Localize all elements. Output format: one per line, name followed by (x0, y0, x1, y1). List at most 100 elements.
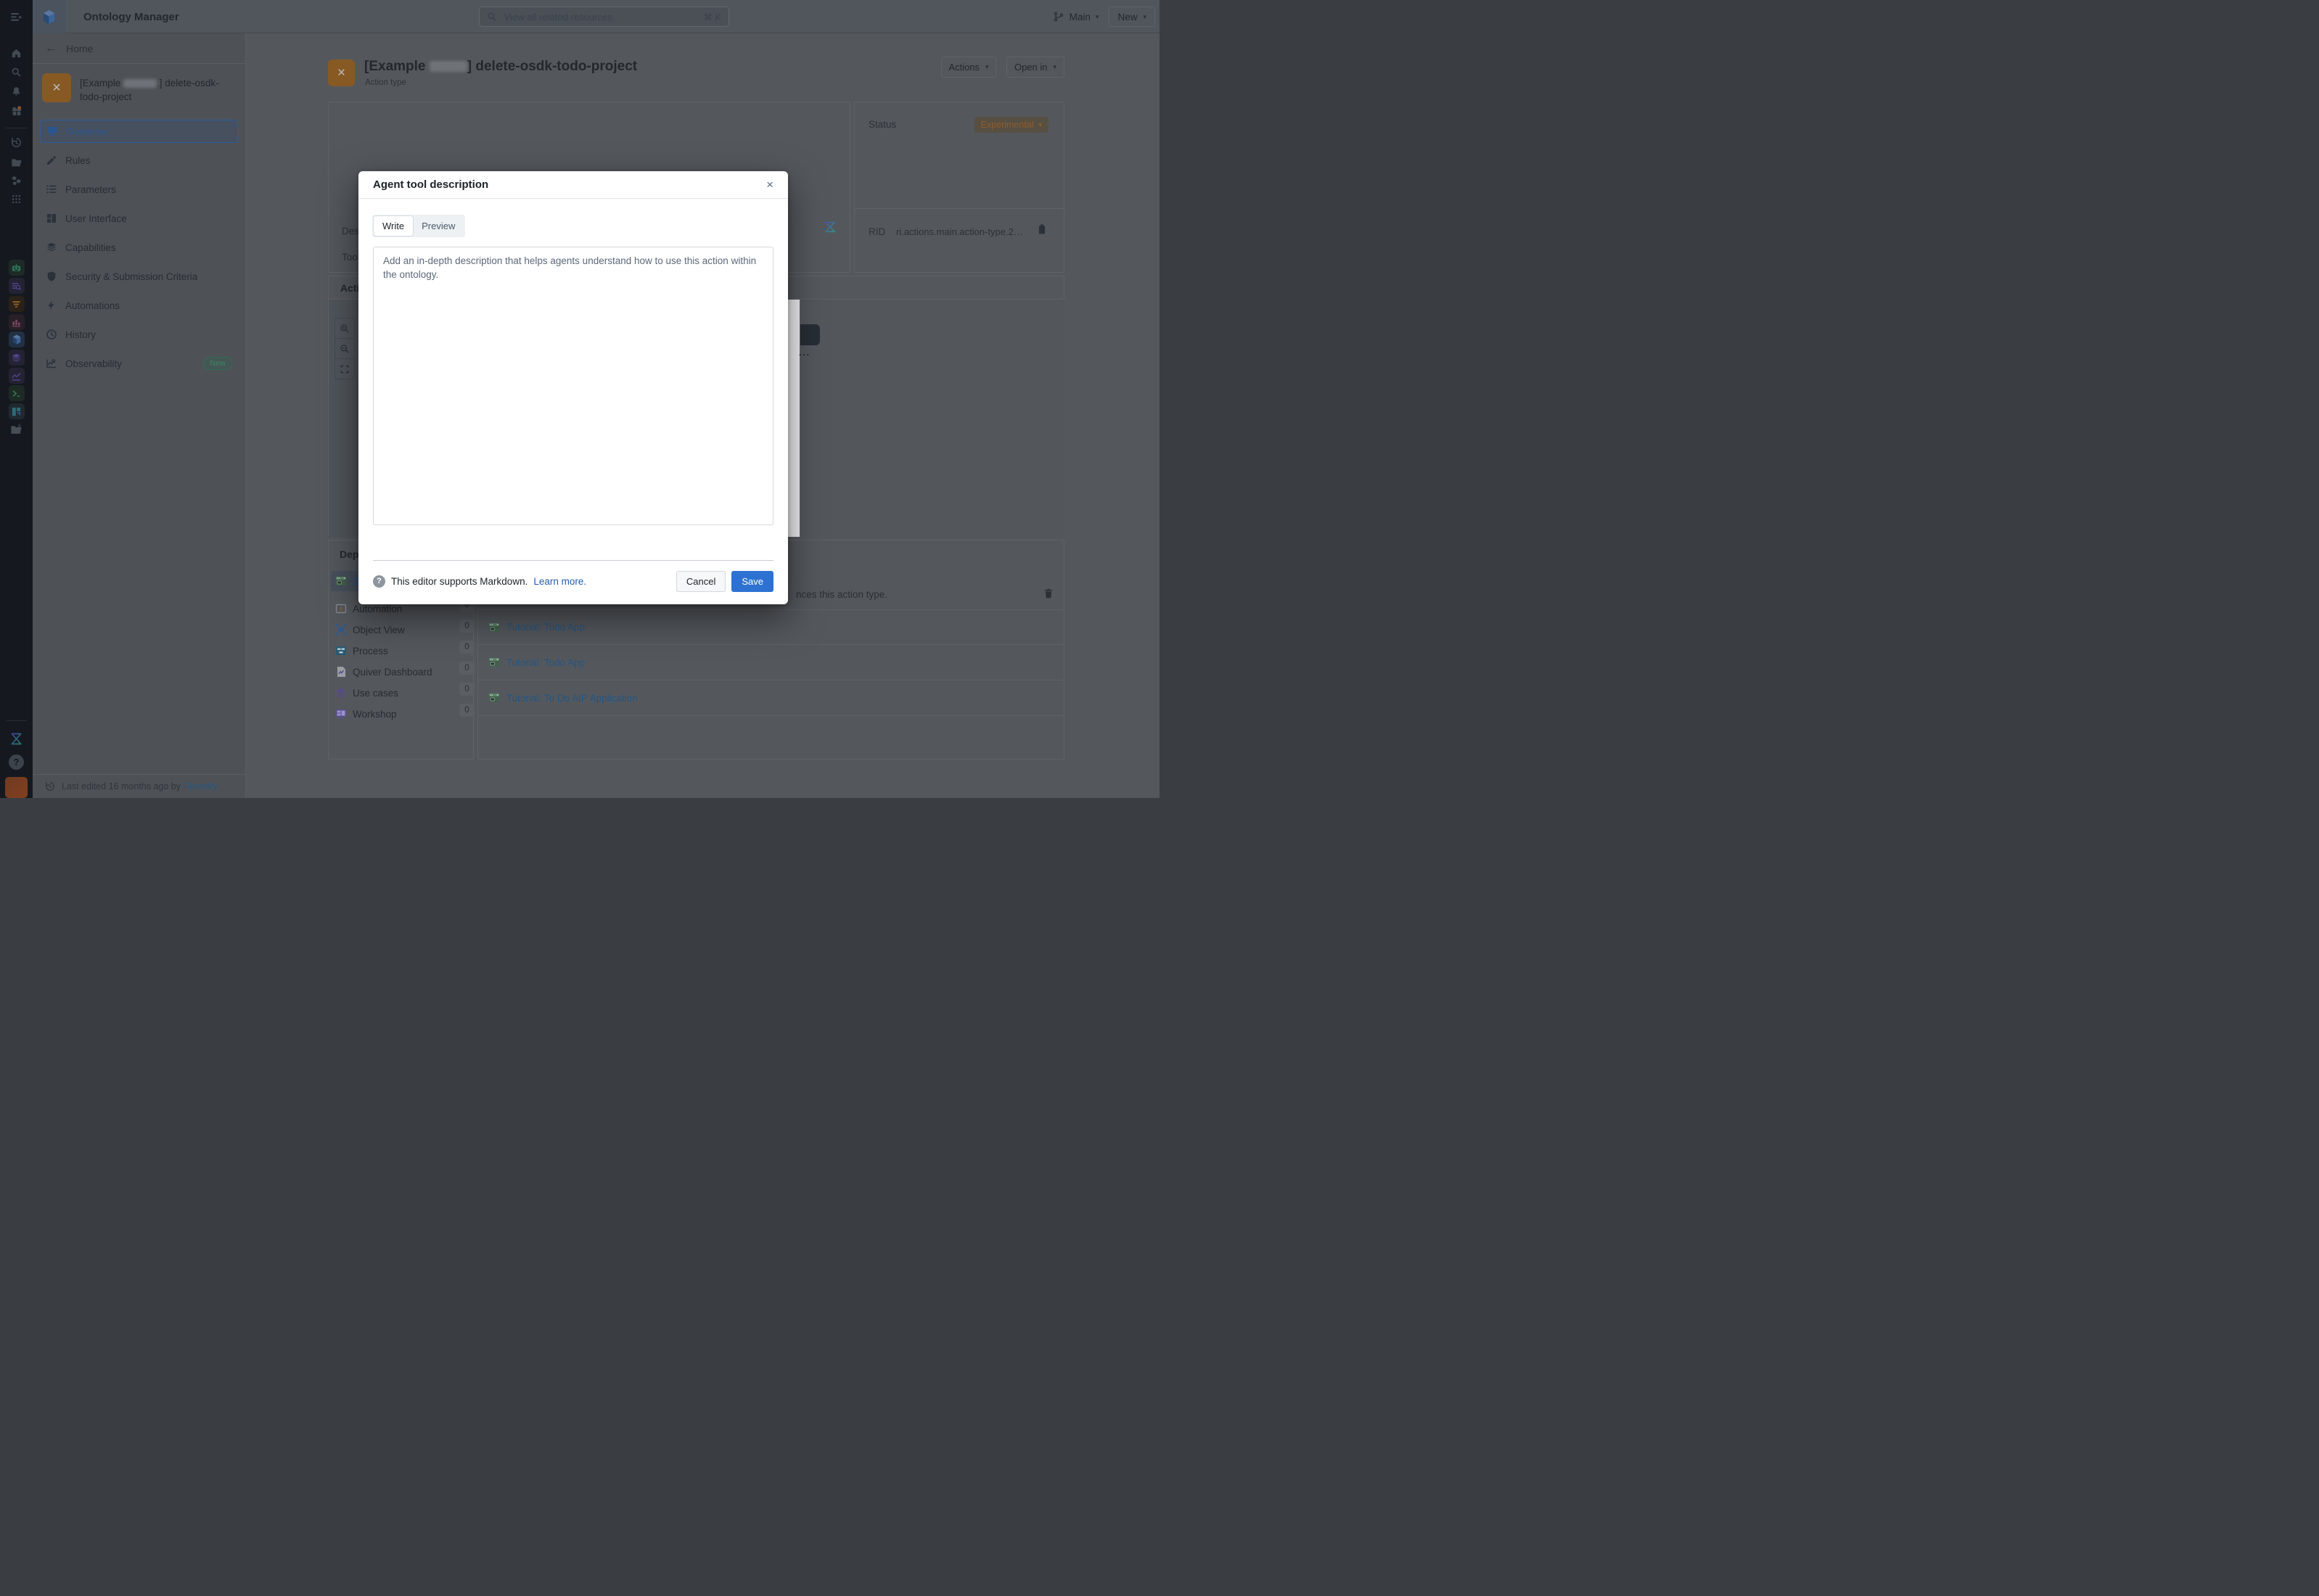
usage-link[interactable]: Tutorial: Todo App (506, 622, 585, 633)
save-button[interactable]: Save (731, 571, 773, 592)
actions-button[interactable]: Actions▾ (941, 57, 996, 78)
collapse-menu-icon[interactable] (0, 10, 33, 24)
zoom-out-button[interactable] (334, 338, 355, 359)
sidebar-item-automations[interactable]: Automations (40, 294, 238, 317)
aip-logo-icon[interactable] (0, 731, 33, 746)
contour-funnel-icon[interactable] (0, 296, 33, 312)
aip-generate-icon[interactable] (824, 221, 837, 234)
notifications-bell-icon[interactable] (0, 86, 33, 97)
dependency-item-use-cases[interactable]: Use cases (331, 683, 472, 703)
global-search[interactable]: ⌘ K (479, 7, 729, 27)
branch-icon (1053, 11, 1064, 22)
chevron-down-icon: ▾ (1096, 14, 1099, 20)
open-in-button[interactable]: Open in▾ (1006, 57, 1064, 78)
foundry-logo[interactable] (33, 0, 65, 33)
trash-icon[interactable] (1043, 588, 1054, 599)
whats-new-gift-icon[interactable] (0, 105, 33, 117)
sidebar-item-parameters[interactable]: Parameters (40, 178, 238, 201)
new-button[interactable]: New ▾ (1109, 7, 1155, 27)
object-explorer-icon[interactable] (0, 278, 33, 294)
monitor-icon (46, 126, 58, 137)
history-icon (45, 781, 55, 791)
sidebar-item-history[interactable]: History (40, 323, 238, 346)
status-dropdown[interactable]: Experimental▾ (974, 117, 1048, 133)
close-icon[interactable]: × (766, 178, 773, 191)
usage-row[interactable]: Tutorial: Todo App (477, 610, 1064, 645)
learn-more-link[interactable]: Learn more. (533, 576, 586, 587)
status-card: Status Experimental▾ RID ri.actions.main… (854, 102, 1064, 273)
tab-preview[interactable]: Preview (413, 216, 464, 236)
layers-app-icon[interactable] (0, 350, 33, 366)
dependency-count: 0 (459, 704, 475, 717)
divider (855, 208, 1065, 209)
layout-icon (46, 213, 57, 224)
aip-agent-robot-icon[interactable] (0, 260, 33, 276)
back-arrow-icon: ← (45, 42, 57, 55)
dependency-count: 0 (459, 662, 475, 675)
usage-link[interactable]: Tutorial: To Do AIP Application (506, 693, 638, 704)
sidebar-item-observability[interactable]: Observability New (40, 352, 238, 375)
clock-icon (46, 329, 57, 340)
usage-link[interactable]: Tutorial: Todo App (506, 657, 585, 668)
projects-folder-icon[interactable] (0, 157, 33, 168)
status-label: Status (869, 119, 896, 130)
history-icon[interactable] (0, 137, 33, 148)
dependency-item-workshop[interactable]: Workshop (331, 704, 472, 724)
user-avatar[interactable] (5, 777, 28, 798)
project-title: [Example .] delete-osdk-todo-project (80, 73, 235, 104)
tool-description-textarea[interactable] (373, 247, 773, 525)
line-chart-app-icon[interactable] (0, 368, 33, 384)
usage-row[interactable]: Tutorial: To Do AIP Application (477, 680, 1064, 716)
terminal-app-icon[interactable] (0, 385, 33, 401)
dependency-item-object-view[interactable]: Object View (331, 620, 472, 640)
resources-cubes-icon[interactable] (0, 175, 33, 186)
home-icon[interactable] (0, 48, 33, 59)
copy-clipboard-icon[interactable] (1037, 223, 1047, 235)
modules-shapes-icon[interactable] (0, 403, 33, 419)
sidebar-project-header[interactable]: × [Example .] delete-osdk-todo-project (33, 64, 245, 111)
app-window-icon (488, 622, 500, 633)
modal-footer-divider (373, 560, 773, 561)
home-label: Home (66, 43, 93, 54)
rid-value[interactable]: ri.actions.main.action-type.2… (896, 226, 1023, 237)
bar-chart-app-icon[interactable] (0, 314, 33, 330)
dependency-item-quiver-dashboard[interactable]: Quiver Dashboard (331, 662, 472, 682)
sidebar-menu: Overview Rules Parameters User Interface… (33, 111, 245, 375)
search-icon[interactable] (0, 67, 33, 78)
help-icon[interactable]: ? (0, 754, 33, 770)
sidebar-item-overview[interactable]: Overview (40, 120, 238, 143)
rid-label: RID (869, 226, 885, 237)
sidebar-back-home[interactable]: ← Home (33, 33, 245, 64)
edited-by-link[interactable]: Foundry (184, 781, 218, 791)
graph-node[interactable] (800, 324, 820, 345)
bolt-icon (46, 300, 57, 311)
chart-magnifier-icon (46, 358, 57, 369)
sidebar-item-rules[interactable]: Rules (40, 149, 238, 172)
folder-star-icon[interactable] (0, 423, 33, 435)
dependency-item-process[interactable]: Process (331, 641, 472, 661)
zoom-in-button[interactable] (334, 318, 355, 339)
node-ellipsis: ... (799, 347, 810, 358)
list-icon (46, 184, 57, 195)
sidebar-item-capabilities[interactable]: Capabilities (40, 236, 238, 259)
usage-row[interactable]: Tutorial: Todo App (477, 645, 1064, 680)
app-root: ? Ontology Manager ⌘ K Main ▾ New ▾ (0, 0, 1160, 798)
sidebar-item-user-interface[interactable]: User Interface (40, 207, 238, 230)
help-circle-icon: ? (373, 575, 385, 588)
cancel-button[interactable]: Cancel (676, 571, 726, 592)
ontology-manager-cube-icon[interactable] (0, 332, 33, 347)
sidebar-footer: Last edited 16 months ago by Foundry (33, 774, 245, 798)
markdown-note: This editor supports Markdown. (391, 576, 528, 587)
modal-header: Agent tool description × (358, 171, 788, 199)
dependency-count: 0 (459, 620, 475, 633)
tab-write[interactable]: Write (374, 216, 413, 236)
fit-to-screen-button[interactable] (334, 358, 355, 379)
apps-grid-icon[interactable] (0, 194, 33, 205)
action-type-icon: × (42, 73, 71, 102)
quiver-dashboard-icon (335, 666, 347, 678)
graph-side-pane: ... (800, 300, 1064, 537)
search-input[interactable] (503, 11, 698, 23)
sidebar-item-security[interactable]: Security & Submission Criteria (40, 265, 238, 288)
branch-selector[interactable]: Main ▾ (1053, 11, 1099, 22)
dependencies-title: Dep (340, 548, 358, 560)
